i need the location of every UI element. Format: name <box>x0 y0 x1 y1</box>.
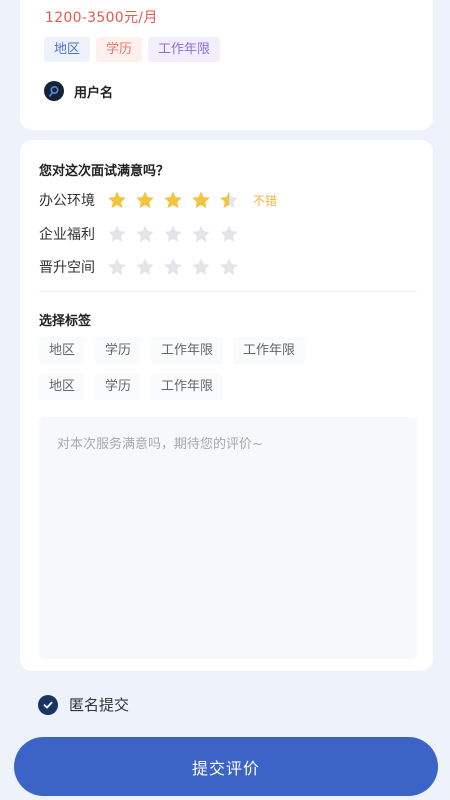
tag-option[interactable]: 工作年限 <box>233 337 306 364</box>
tag-row: 地区 学历 工作年限 工作年限 <box>39 337 419 364</box>
star-filled-icon[interactable] <box>135 190 155 210</box>
rating-card: 您对这次面试满意吗？ 办公环境 不错 企业福利 晋升空间 选择标签 地区 学历 … <box>20 140 433 671</box>
user-row[interactable]: 用户名 <box>44 81 113 101</box>
star-empty-icon[interactable] <box>219 257 239 277</box>
submit-button[interactable]: 提交评价 <box>14 737 438 796</box>
job-tag-education: 学历 <box>96 37 143 62</box>
rating-row-office: 办公环境 不错 <box>39 188 277 212</box>
star-filled-icon[interactable] <box>107 190 127 210</box>
star-empty-icon[interactable] <box>135 224 155 244</box>
tag-option[interactable]: 地区 <box>39 373 86 400</box>
divider <box>39 291 417 292</box>
rating-row-promotion: 晋升空间 <box>39 255 239 279</box>
comment-textarea[interactable] <box>39 417 417 659</box>
star-rating-promotion[interactable] <box>107 257 239 277</box>
rating-text: 不错 <box>253 193 278 208</box>
tag-option[interactable]: 工作年限 <box>151 373 224 400</box>
tag-option[interactable]: 学历 <box>95 373 142 400</box>
salary-text: 1200-3500元/月 <box>45 10 158 26</box>
star-half-icon[interactable] <box>219 190 239 210</box>
star-rating-office[interactable] <box>107 190 239 210</box>
rating-label: 企业福利 <box>39 227 95 243</box>
tag-grid: 地区 学历 工作年限 工作年限 地区 学历 工作年限 <box>39 337 419 409</box>
avatar <box>44 81 64 101</box>
checkbox-checked-icon[interactable] <box>38 694 58 715</box>
rating-label: 晋升空间 <box>39 260 95 276</box>
anonymous-label: 匿名提交 <box>69 696 130 714</box>
rating-row-benefits: 企业福利 <box>39 222 239 246</box>
star-empty-icon[interactable] <box>191 224 211 244</box>
star-filled-icon[interactable] <box>163 190 183 210</box>
tag-option[interactable]: 地区 <box>39 337 86 364</box>
avatar-icon <box>49 85 59 97</box>
check-icon <box>43 701 53 708</box>
star-empty-icon[interactable] <box>135 257 155 277</box>
star-empty-icon[interactable] <box>219 224 239 244</box>
user-name: 用户名 <box>74 85 114 101</box>
tag-row: 地区 学历 工作年限 <box>39 373 419 400</box>
tag-option[interactable]: 学历 <box>95 337 142 364</box>
rating-label: 办公环境 <box>39 193 95 209</box>
tags-title: 选择标签 <box>39 314 92 329</box>
star-empty-icon[interactable] <box>191 257 211 277</box>
anonymous-toggle[interactable]: 匿名提交 <box>38 694 129 715</box>
star-empty-icon[interactable] <box>107 224 127 244</box>
job-tag-list: 地区 学历 工作年限 <box>44 37 221 62</box>
star-rating-benefits[interactable] <box>107 224 239 244</box>
star-filled-icon[interactable] <box>191 190 211 210</box>
star-empty-icon[interactable] <box>107 257 127 277</box>
star-empty-icon[interactable] <box>163 257 183 277</box>
job-tag-experience: 工作年限 <box>148 37 221 62</box>
tag-option[interactable]: 工作年限 <box>151 337 224 364</box>
rating-question: 您对这次面试满意吗？ <box>39 164 170 179</box>
job-tag-region: 地区 <box>44 37 91 62</box>
job-card: 1200-3500元/月 地区 学历 工作年限 用户名 <box>20 0 433 130</box>
star-empty-icon[interactable] <box>163 224 183 244</box>
